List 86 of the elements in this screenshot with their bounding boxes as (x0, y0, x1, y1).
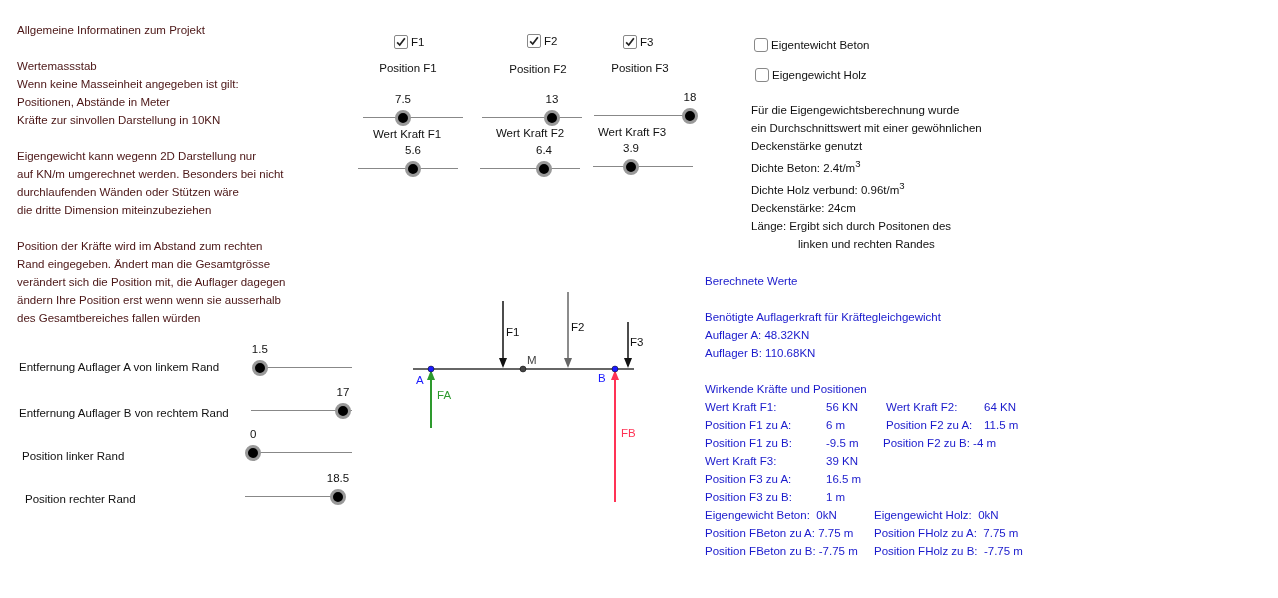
slider-value: 18.5 (326, 471, 350, 486)
slider-label: Position F3 (611, 61, 669, 76)
result-value: Position F2 zu B: -4 m (883, 436, 997, 451)
slider-label: Entfernung Auflager B von rechtem Rand (19, 406, 229, 421)
slider-thumb[interactable] (623, 159, 639, 175)
result-value: Wert Kraft F3: (705, 454, 777, 469)
load-label: F1 (506, 325, 520, 340)
slider-thumb[interactable] (405, 161, 421, 177)
result-value: 6 m (826, 418, 846, 433)
result-value: Position F2 zu A: (886, 418, 973, 433)
checkbox-label: F1 (411, 35, 425, 50)
slider-thumb[interactable] (334, 403, 351, 419)
slider-label: Wert Kraft F2 (495, 126, 565, 141)
slider-value: 6.4 (536, 143, 552, 158)
result-value: Eigengewicht Holz: 0kN (874, 508, 999, 523)
beam-point (611, 365, 619, 373)
slider-value: 18 (683, 90, 697, 105)
result-value: -9.5 m (826, 436, 859, 451)
result-value: 39 KN (826, 454, 858, 469)
support-force: Auflager B: 110.68KN (705, 346, 817, 361)
checkbox-label: Eigentewicht Beton (771, 38, 870, 53)
note-paragraph: Für die Eigengewichtsberechnung wurde ein Durchschnittswert mit einer gewöhnlichen Deckenstärke genutzt Dichte Beton: 2.4t/m$^{3}$ Dichte Holz verbund: 0.96t/m$^{3}$ Deckenstärke: 24cm Länge: Ergibt sich durch Positonen des linken und rechten Randes (751, 103, 982, 252)
result-value: Position FHolz zu B: -7.75 m (874, 544, 1023, 559)
slider-value: 5.6 (405, 143, 421, 158)
point-label: A (416, 373, 424, 388)
result-value: Wert Kraft F1: (705, 400, 777, 415)
results-title: Berechnete Werte (705, 274, 799, 289)
checkbox[interactable] (755, 68, 769, 82)
slider-label: Entfernung Auflager A von linkem Rand (19, 360, 220, 375)
checkbox[interactable] (623, 35, 637, 49)
info-paragraph: Allgemeine Informatinen zum Projekt (17, 23, 206, 38)
load-arrow (624, 321, 632, 368)
slider-value: 3.9 (623, 141, 639, 156)
checkbox[interactable] (527, 34, 541, 48)
load-arrow (499, 300, 507, 368)
load-label: F3 (630, 335, 644, 350)
slider-value: 13 (545, 92, 559, 107)
checkbox-label: F2 (544, 34, 558, 49)
result-value: Position F3 zu B: (705, 490, 792, 505)
beam-point (427, 365, 435, 373)
slider-thumb[interactable] (245, 445, 262, 461)
results-heading: Benötigte Auflagerkraft für Kräftegleichgewicht (705, 310, 942, 325)
reaction-label: FA (437, 388, 452, 403)
slider-label: Wert Kraft F1 (372, 127, 442, 142)
checkbox[interactable] (394, 35, 408, 49)
slider-thumb[interactable] (330, 489, 346, 505)
slider-value: 0 (249, 427, 257, 442)
result-value: 16.5 m (826, 472, 862, 487)
slider-thumb[interactable] (544, 110, 560, 126)
slider-thumb[interactable] (251, 360, 268, 376)
result-value: Position F1 zu B: (705, 436, 792, 451)
checkbox-label: F3 (640, 35, 654, 50)
result-value: Position FBeton zu A: 7.75 m (705, 526, 854, 541)
info-paragraph: Eigengewicht kann wegenn 2D Darstellung nur auf KN/m umgerechnet werden. Besonders bei nicht durchlaufenden Wänden oder Stützen wäre die dritte Dimension miteinzubeziehen (17, 149, 285, 218)
result-value: Position F1 zu A: (705, 418, 792, 433)
result-value: Position FHolz zu A: 7.75 m (874, 526, 1019, 541)
load-label: F2 (571, 320, 585, 335)
slider-thumb[interactable] (395, 110, 411, 126)
beam-point (519, 365, 527, 373)
result-value: Wert Kraft F2: (886, 400, 958, 415)
slider-thumb[interactable] (536, 161, 552, 177)
point-label: M (527, 353, 537, 368)
info-paragraph: Wertemassstab Wenn keine Masseinheit angegeben ist gilt: Positionen, Abstände in Meter Kräfte zur sinvollen Darstellung in 10KN (17, 59, 240, 128)
result-value: Eigengewicht Beton: 0kN (705, 508, 837, 523)
checkbox[interactable] (754, 38, 768, 52)
support-force: Auflager A: 48.32KN (705, 328, 811, 343)
slider-value: 17 (336, 385, 350, 400)
slider-value: 7.5 (395, 92, 411, 107)
slider-value: 1.5 (251, 342, 268, 357)
slider-label: Position F2 (509, 62, 567, 77)
result-value: Position FBeton zu B: -7.75 m (705, 544, 858, 559)
slider-label: Wert Kraft F3 (597, 125, 667, 140)
reaction-label: FB (621, 426, 636, 441)
result-value: Position F3 zu A: (705, 472, 792, 487)
checkbox-label: Eigengewicht Holz (772, 68, 867, 83)
result-value: 64 KN (984, 400, 1016, 415)
result-value: 1 m (826, 490, 846, 505)
slider-label: Position linker Rand (22, 449, 125, 464)
result-value: 11.5 m (984, 418, 1019, 433)
slider-label: Position rechter Rand (25, 492, 136, 507)
point-label: B (598, 371, 606, 386)
result-value: 56 KN (826, 400, 858, 415)
slider-thumb[interactable] (682, 108, 698, 124)
info-paragraph: Position der Kräfte wird im Abstand zum rechten Rand eingegeben. Ändert man die Gesamtgrösse verändert sich die Position mit, die Auflager dagegen ändern Ihre Position erst wenn wenn sie ausserhalb des Gesamtbereiches fallen würden (17, 239, 287, 326)
results-heading: Wirkende Kräfte und Positionen (705, 382, 868, 397)
slider-label: Position F1 (379, 61, 437, 76)
